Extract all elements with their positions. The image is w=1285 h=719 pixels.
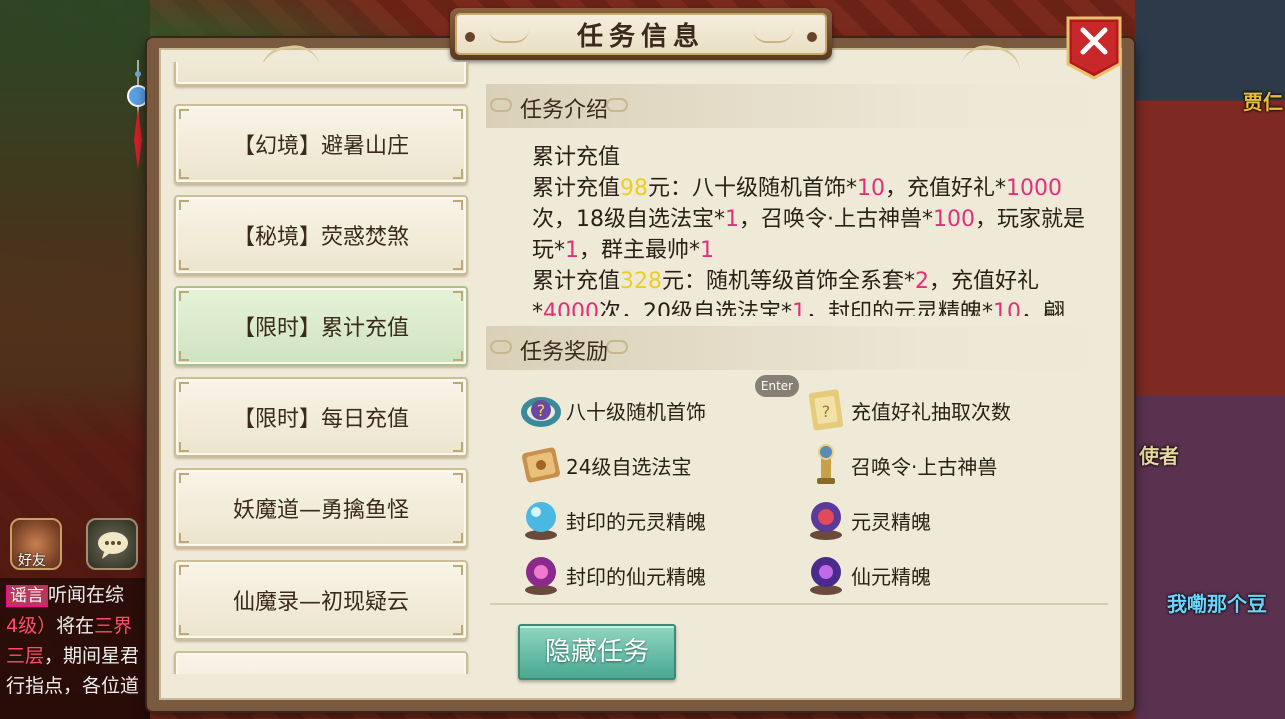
reward-item[interactable]: ? 充值好礼抽取次数 <box>803 386 1011 434</box>
task-label: 【限时】每日充值 <box>232 407 409 432</box>
reward-item[interactable]: 仙元精魄 <box>803 551 931 599</box>
chat-bubble-icon <box>98 532 128 559</box>
reward-label: 召唤令·上古神兽 <box>851 454 998 479</box>
chat-text: 听闻在综 <box>48 584 125 606</box>
svg-text:?: ? <box>822 402 831 421</box>
reward-section-header: 任务奖励 <box>486 326 1106 370</box>
enter-hint-badge: Enter <box>755 375 799 397</box>
svg-text:?: ? <box>537 401 546 420</box>
rumor-tag: 谣言 <box>6 585 48 607</box>
reward-item[interactable]: 元灵精魄 <box>803 496 931 544</box>
desc-tier-2: 累计充值328元：随机等级首饰全系套*2，充值好礼*4000次，20级自选法宝*… <box>532 269 1066 316</box>
desc-tier-1: 累计充值98元：八十级随机首饰*10，充值好礼*1000次，18级自选法宝*1，… <box>532 176 1086 263</box>
chat-line: 谣言 听闻在综 <box>6 580 144 611</box>
chat-line: 三层，期间星君 <box>6 641 144 671</box>
reward-item[interactable]: 封印的元灵精魄 <box>518 496 706 544</box>
reward-label: 仙元精魄 <box>851 564 931 589</box>
reward-item[interactable]: ? 八十级随机首饰 <box>518 386 706 434</box>
chat-text: ，期间星君 <box>44 645 140 667</box>
chat-button[interactable] <box>86 518 138 570</box>
summon-token-icon <box>817 444 835 484</box>
task-list[interactable]: 【幻境】避暑山庄 【秘境】荧惑焚煞 【限时】累计充值 【限时】每日充值 妖魔道—… <box>168 62 478 674</box>
reward-item[interactable]: 封印的仙元精魄 <box>518 551 706 599</box>
npc-name-jia[interactable]: 贾仁 <box>1243 86 1283 115</box>
divider <box>490 603 1108 605</box>
task-label: 【限时】累计充值 <box>232 316 409 341</box>
intro-section-header: 任务介绍 <box>486 84 1106 128</box>
dialog-title: 任务信息 <box>576 21 705 52</box>
task-list-item[interactable] <box>174 651 468 674</box>
task-list-item[interactable]: 【限时】每日充值 <box>174 377 468 457</box>
hide-task-button[interactable]: 隐藏任务 <box>518 624 676 680</box>
task-detail-panel: 任务介绍 累计充值 累计充值98元：八十级随机首饰*10，充值好礼*1000次，… <box>480 62 1120 694</box>
dialog-title-plate: 任务信息 <box>450 8 832 60</box>
friends-button[interactable]: 好友 <box>10 518 62 570</box>
reward-label: 封印的仙元精魄 <box>566 564 706 589</box>
chat-text: 行指点，各位道 <box>6 675 140 697</box>
chat-line: 行指点，各位道 <box>6 671 144 701</box>
task-list-item-selected[interactable]: 【限时】累计充值 <box>174 286 468 366</box>
task-list-item[interactable]: 仙魔录—初现疑云 <box>174 560 468 640</box>
chat-text-red: 4级） <box>6 615 57 637</box>
sealed-orb-purple-icon <box>525 557 557 595</box>
task-label: 仙魔录—初现疑云 <box>232 590 409 615</box>
reward-label: 封印的元灵精魄 <box>566 509 706 534</box>
orb-purple-icon <box>810 557 842 595</box>
mystery-card-icon: ? <box>808 389 844 431</box>
task-label: 妖魔道—勇擒鱼怪 <box>232 498 409 523</box>
player-name-dou[interactable]: 我嘞那个豆 <box>1167 588 1267 617</box>
reward-label: 元灵精魄 <box>851 509 931 534</box>
chat-text-red: 三层 <box>6 645 45 667</box>
npc-name-shizhe[interactable]: 使者 <box>1139 440 1179 469</box>
task-list-item[interactable] <box>174 62 468 86</box>
chat-line: 4级）将在三界 <box>6 611 144 641</box>
reward-header-label: 任务奖励 <box>520 340 609 365</box>
orb-red-icon <box>810 502 842 540</box>
task-description[interactable]: 累计充值 累计充值98元：八十级随机首饰*10，充值好礼*1000次，18级自选… <box>532 142 1092 316</box>
reward-item[interactable]: 召唤令·上古神兽 <box>803 441 997 489</box>
world-chat-log[interactable]: 谣言 听闻在综 4级）将在三界 三层，期间星君 行指点，各位道 <box>0 578 150 719</box>
task-list-item[interactable]: 【幻境】避暑山庄 <box>174 104 468 184</box>
reward-label: 充值好礼抽取次数 <box>851 399 1011 424</box>
chat-text-red: 三界 <box>94 615 133 637</box>
sealed-orb-blue-icon <box>525 502 557 540</box>
reward-label: 24级自选法宝 <box>566 454 692 479</box>
reward-label: 八十级随机首饰 <box>566 399 706 424</box>
scroll-icon <box>521 447 561 483</box>
task-list-item[interactable]: 【秘境】荧惑焚煞 <box>174 195 468 275</box>
friends-label: 好友 <box>18 553 46 569</box>
intro-header-label: 任务介绍 <box>520 98 609 123</box>
task-list-item[interactable]: 妖魔道—勇擒鱼怪 <box>174 468 468 548</box>
task-label: 【幻境】避暑山庄 <box>232 134 409 159</box>
task-label: 【秘境】荧惑焚煞 <box>232 225 409 250</box>
ring-icon: ? <box>521 397 561 427</box>
reward-item[interactable]: 24级自选法宝 <box>518 441 691 489</box>
chat-text: 将在 <box>56 615 95 637</box>
desc-title: 累计充值 <box>532 145 621 170</box>
